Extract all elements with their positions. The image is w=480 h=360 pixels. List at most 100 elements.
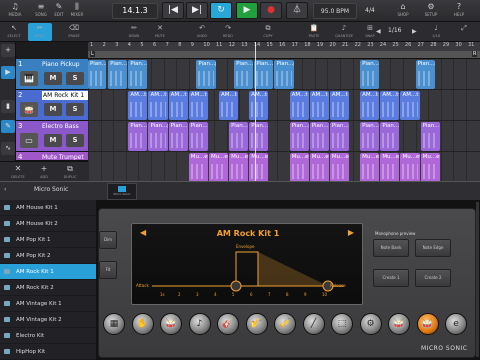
add-track-button[interactable]: +: [1, 44, 15, 57]
clip[interactable]: AM...t 1: [329, 91, 350, 120]
duplicate-button[interactable]: ⧉ DUPLIC: [58, 163, 82, 181]
drum-pad-knob[interactable]: 🥁: [160, 313, 182, 335]
clip[interactable]: Mu...et: [249, 153, 269, 182]
timeline-ruler[interactable]: L R 1 2 3 4 5 6 7 8 9 10 11 12 13 14 15 16 17 18 19 20 21 22 2…: [88, 42, 480, 59]
clip[interactable]: Mu...et: [309, 153, 329, 182]
clip[interactable]: Mu...et: [289, 153, 309, 182]
shop-button[interactable]: ⌂ SHOP: [392, 2, 414, 20]
drum-pad-knob[interactable]: e: [445, 313, 467, 335]
track-header-3[interactable]: 3 Electro Bass ▭ M S: [16, 121, 88, 152]
track-name[interactable]: AM Rock Kit 1: [42, 91, 88, 100]
clip[interactable]: AM...t 1: [188, 91, 208, 120]
clip[interactable]: AM...t 1: [219, 91, 239, 120]
page-right-icon[interactable]: ▶: [412, 28, 417, 35]
clip[interactable]: Pian...p: [360, 122, 380, 151]
clip[interactable]: Mu...et: [420, 153, 440, 182]
solo-button[interactable]: S: [66, 103, 84, 116]
clip[interactable]: AM...t 1: [289, 91, 309, 120]
setup-button[interactable]: ⚙ SETUP: [420, 2, 442, 20]
track-header-1[interactable]: 1 Piano Pickup 🎹 M S: [16, 59, 88, 90]
tool-paste[interactable]: 📋 PASTE: [302, 23, 326, 41]
drum-pad-knob[interactable]: ♪: [188, 313, 211, 335]
preset-item[interactable]: AM Vintage Kit 2: [0, 312, 96, 328]
play-button[interactable]: ▶: [236, 2, 258, 19]
track-header-4[interactable]: 4 Mute Trumpet: [16, 152, 88, 161]
clip[interactable]: Mu...et: [208, 153, 229, 182]
preset-item[interactable]: AM Rock Kit 2: [0, 280, 96, 296]
clip[interactable]: Pian...p: [188, 122, 208, 151]
loop-region[interactable]: [88, 51, 480, 58]
tool-mute[interactable]: ✕ MUTE: [148, 23, 172, 41]
tool-select[interactable]: ↖ SELECT: [2, 23, 26, 41]
drum-pad-knob[interactable]: 🥁: [388, 313, 410, 335]
envelope-graph[interactable]: [132, 224, 364, 306]
tool-zoom[interactable]: ⤢: [452, 23, 476, 41]
track-2-select[interactable]: ▮: [1, 100, 15, 113]
preset-item[interactable]: AM Pop Kit 1: [0, 232, 96, 248]
clip[interactable]: Pian...p: [415, 60, 435, 89]
left-button-2[interactable]: Fit: [99, 261, 117, 279]
clip[interactable]: AM...t 1: [249, 91, 269, 120]
tool-erase[interactable]: ⌫ ERASE: [62, 23, 86, 41]
clip[interactable]: AM...t 1: [128, 91, 148, 120]
preset-item[interactable]: Electro Kit: [0, 328, 96, 344]
preset-item[interactable]: AM House Kit 2: [0, 216, 96, 232]
preset-item[interactable]: AM Rock Kit 1: [0, 264, 96, 280]
drum-pad-knob[interactable]: ▦: [103, 313, 125, 335]
add-button[interactable]: + ADD: [32, 163, 56, 181]
clip[interactable]: Mu...et: [188, 153, 208, 182]
clip[interactable]: Pian...p: [289, 122, 309, 151]
page-left-icon[interactable]: ◀: [376, 28, 381, 35]
clip[interactable]: Pian...p: [329, 122, 350, 151]
right-button-4[interactable]: Create 2: [415, 269, 451, 287]
drum-pad-knob[interactable]: ╱: [302, 313, 325, 335]
drum-pad-knob[interactable]: ⬚: [331, 313, 353, 335]
record-button[interactable]: ●: [260, 2, 282, 19]
clip[interactable]: Pian...p: [274, 60, 294, 89]
lane-3[interactable]: Pian...pPian...pPian...pPian...pPian...p…: [88, 121, 480, 152]
drum-pad-knob[interactable]: 🎸: [217, 313, 239, 335]
clip[interactable]: Mu...et: [329, 153, 350, 182]
preset-item[interactable]: AM House Kit 1: [0, 200, 96, 216]
clip[interactable]: Pian...p: [108, 60, 128, 89]
right-button-3[interactable]: Create 1: [373, 269, 409, 287]
metronome-button[interactable]: ⏃: [286, 2, 308, 19]
loop-button[interactable]: ↻: [210, 2, 232, 19]
tool-undo[interactable]: ↶ UNDO: [190, 23, 214, 41]
clip[interactable]: Pian...p: [249, 122, 269, 151]
clip[interactable]: AM...t 1: [360, 91, 380, 120]
lane-2[interactable]: AM...t 1 AM...t 1 AM...t 1 AM...t 1 AM...t 1…: [88, 90, 480, 121]
right-button-2[interactable]: Note Edge: [415, 239, 451, 257]
left-button-1[interactable]: Dim: [99, 231, 117, 249]
clip[interactable]: Pian...p: [148, 122, 168, 151]
right-button-1[interactable]: Note Bank: [373, 239, 409, 257]
drum-pad-knob[interactable]: ✋: [131, 313, 154, 335]
media-button[interactable]: ♫ MEDIA: [4, 2, 26, 20]
clip[interactable]: Mu...et: [400, 153, 420, 182]
tool-redo[interactable]: ↷ REDO: [216, 23, 240, 41]
preset-item[interactable]: HipHop Kit: [0, 344, 96, 360]
delete-track-button[interactable]: ✕ DELETE: [6, 163, 30, 181]
forward-button[interactable]: ▶|: [186, 2, 208, 19]
lane-4[interactable]: Mu...et Mu...et Mu...et Mu...et Mu...et Mu...…: [88, 152, 480, 183]
left-locator[interactable]: L: [90, 51, 95, 57]
solo-button[interactable]: S: [66, 72, 84, 85]
clip[interactable]: Pian...p: [309, 122, 329, 151]
tool-copy[interactable]: ⧉ COPY: [256, 23, 280, 41]
clip[interactable]: Pian...p: [234, 60, 254, 89]
tool-draw[interactable]: ✏ DRAW: [122, 23, 146, 41]
mute-button[interactable]: M: [44, 134, 62, 147]
clip[interactable]: Pian...p: [420, 122, 440, 151]
clip[interactable]: Pian...p: [360, 60, 380, 89]
clip[interactable]: Pian...p: [88, 60, 106, 89]
drum-pad-knob[interactable]: ⚙: [359, 313, 382, 335]
clip[interactable]: Pian...p: [229, 122, 249, 151]
back-icon[interactable]: ‹: [4, 186, 6, 193]
track-header-2[interactable]: 2 AM Rock Kit 1 🥁 M S: [16, 90, 88, 121]
clip[interactable]: Pian...p: [168, 122, 188, 151]
lane-1[interactable]: Pian...pPian...pPian...pPian...pPian...p…: [88, 59, 480, 90]
tool-split[interactable]: ✂ SPLIT: [28, 23, 52, 41]
mute-button[interactable]: M: [44, 72, 62, 85]
clip[interactable]: AM...t 1: [400, 91, 420, 120]
time-signature[interactable]: 4/4: [360, 3, 380, 19]
